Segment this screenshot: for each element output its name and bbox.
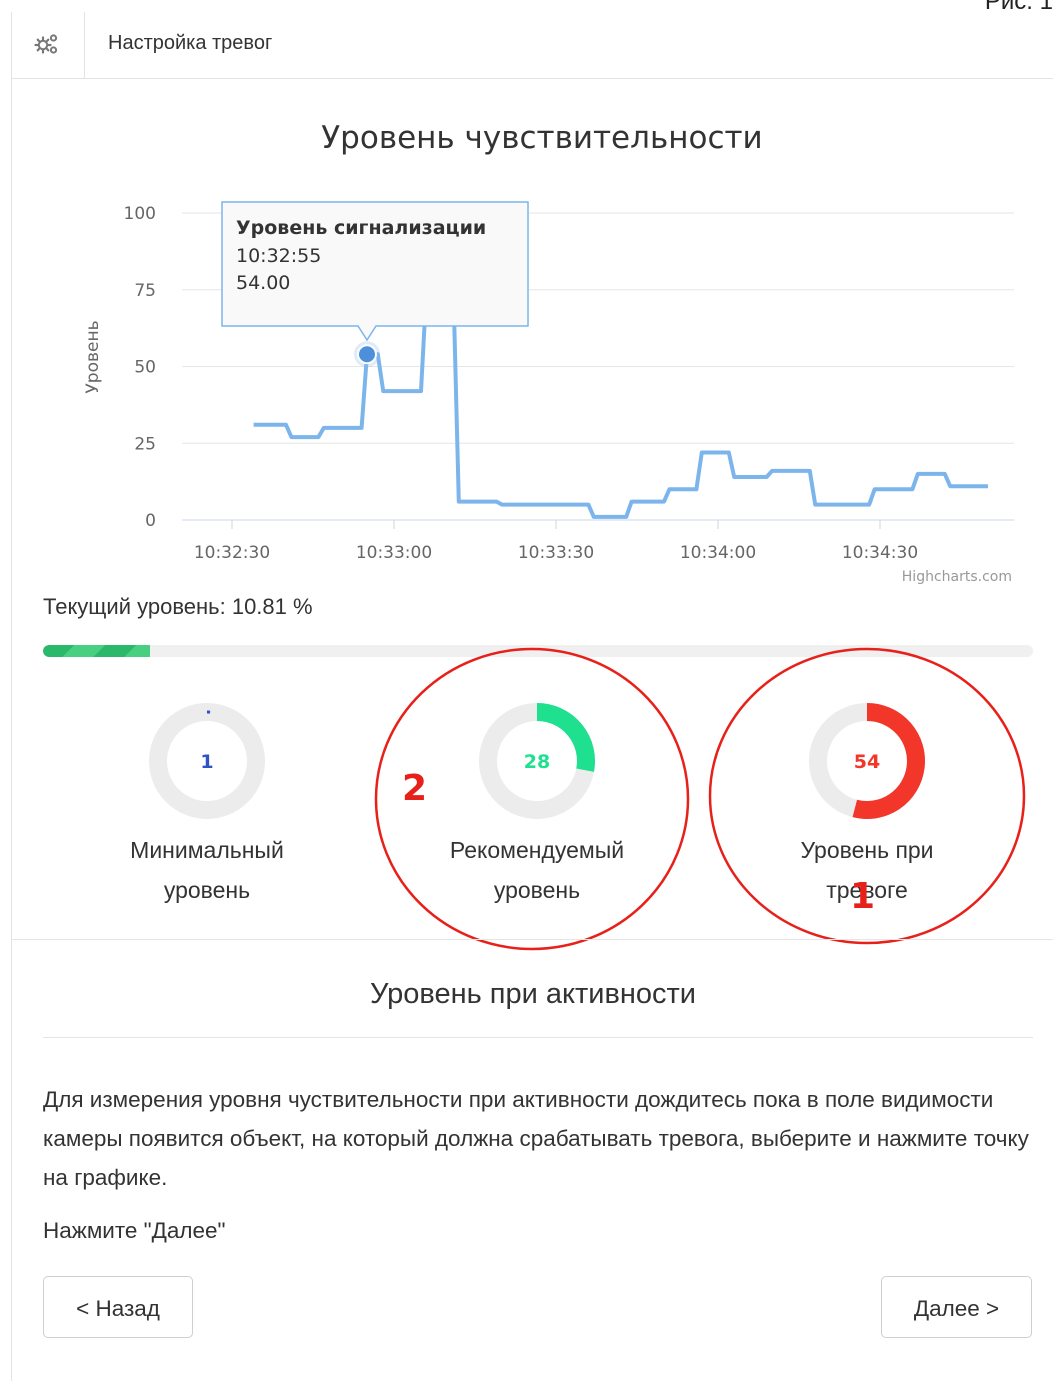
- y-tick-label: 25: [134, 434, 156, 454]
- gauge-minimal-label: Минимальный уровень: [97, 830, 317, 910]
- y-tick-label: 0: [145, 511, 156, 531]
- page-title: Настройка тревог: [108, 32, 273, 54]
- annotation-number-1: 1: [850, 876, 876, 917]
- highcharts-credits[interactable]: Highcharts.com: [902, 569, 1012, 585]
- gauge-value: 1: [200, 751, 213, 773]
- x-tick-label: 10:34:30: [842, 543, 918, 563]
- current-level-bar-fill: [43, 645, 151, 657]
- x-tick-label: 10:34:00: [680, 543, 756, 563]
- back-button[interactable]: < Назад: [43, 1276, 193, 1338]
- gauge-recommended-label-line2: уровень: [493, 877, 581, 903]
- recommended-level-dial: 28: [479, 703, 595, 819]
- annotation-number-2: 2: [402, 768, 428, 809]
- y-tick-label: 50: [134, 358, 156, 378]
- activity-section-title: Уровень при активности: [369, 978, 696, 1010]
- y-tick-label: 75: [134, 281, 156, 301]
- x-tick-label: 10:33:30: [518, 543, 594, 563]
- chart-tooltip: Уровень сигнализации 10:32:55 54.00: [221, 201, 529, 342]
- x-tick-label: 10:32:30: [194, 543, 270, 563]
- tooltip-value: 54.00: [236, 272, 290, 294]
- current-level-text: Текущий уровень: 10.81 %: [43, 594, 313, 619]
- alarm-level-dial: 54: [809, 703, 925, 819]
- activity-description: Для измерения уровня чуствительности при…: [43, 1087, 1029, 1190]
- gauge-recommended: 28 Рекомендуемый уровень: [427, 696, 647, 910]
- current-level-bar: [43, 645, 1033, 657]
- sensitivity-chart[interactable]: Уровень чувствительности Уровень 0 25 50 75…: [42, 102, 1032, 586]
- gauge-minimal-label-line2: уровень: [163, 877, 251, 903]
- section-divider: [12, 939, 1053, 940]
- gauge-minimal-label-line1: Минимальный: [130, 837, 284, 863]
- chart-title: Уровень чувствительности: [321, 120, 762, 156]
- tooltip-time: 10:32:55: [236, 245, 321, 267]
- gauge-recommended-label-line1: Рекомендуемый: [449, 837, 625, 863]
- title-divider: [43, 1037, 1033, 1038]
- sensitivity-chart-svg[interactable]: Уровень чувствительности Уровень 0 25 50 75…: [42, 102, 1032, 586]
- gauge-value: 28: [524, 751, 550, 773]
- tooltip-series-name: Уровень сигнализации: [236, 217, 486, 239]
- gears-icon: [34, 34, 58, 54]
- next-hint: Нажмите "Далее": [43, 1218, 226, 1243]
- next-button[interactable]: Далее >: [881, 1276, 1032, 1338]
- y-axis-label: Уровень: [83, 320, 103, 393]
- header-icon-box[interactable]: [12, 12, 85, 78]
- gauge-value: 54: [854, 751, 880, 773]
- alarm-settings-panel: Настройка тревог Уровень чувствительност…: [11, 12, 1053, 1381]
- gauge-minimal: 1 Минимальный уровень: [97, 696, 317, 910]
- panel-header: Настройка тревог: [12, 12, 1053, 79]
- hover-point[interactable]: [357, 344, 377, 365]
- minimal-level-dial: 1: [149, 703, 265, 819]
- y-tick-label: 100: [124, 204, 156, 224]
- gauge-recommended-label: Рекомендуемый уровень: [427, 830, 647, 910]
- x-tick-label: 10:33:00: [356, 543, 432, 563]
